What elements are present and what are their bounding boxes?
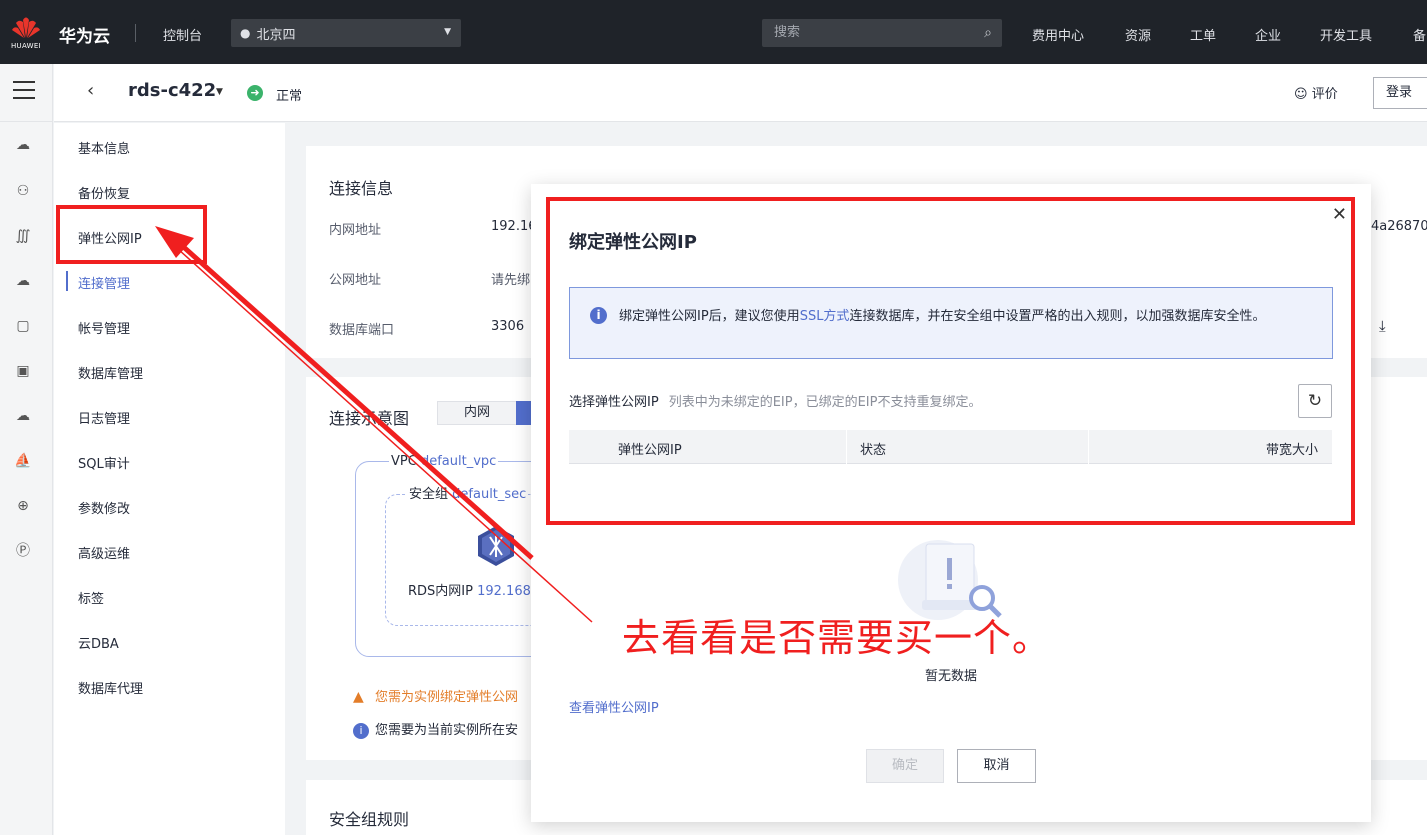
instance-id-partial: 4a26870 bbox=[1371, 219, 1427, 234]
cloud-service-icon[interactable]: ☁ bbox=[12, 134, 34, 156]
menu-item-advanced-ops[interactable]: 高级运维 bbox=[78, 543, 130, 562]
status-ok-icon: ➜ bbox=[247, 85, 263, 101]
huawei-flower-icon bbox=[12, 17, 40, 38]
rds-ip-value: 192.168 bbox=[477, 584, 531, 599]
vpc-label: VPC default_vpc bbox=[389, 454, 499, 469]
storage-icon[interactable]: ▢ bbox=[12, 315, 34, 337]
globe-icon[interactable]: ⊕ bbox=[12, 495, 34, 517]
annotation-box-eip-menu bbox=[56, 205, 207, 264]
instance-header: ‹ rds-c422 ▼ ➜ 正常 ☺ 评价 登录 bbox=[54, 64, 1427, 122]
eip-warning: ▲ 您需为实例绑定弹性公网 bbox=[353, 689, 519, 705]
menu-item-connection[interactable]: 连接管理 bbox=[78, 273, 130, 292]
nav-dev-tools[interactable]: 开发工具 bbox=[1320, 25, 1372, 44]
cloud-db-icon[interactable]: ☁ bbox=[12, 270, 34, 292]
smile-icon: ☺ bbox=[1294, 87, 1312, 102]
chevron-down-icon: ▼ bbox=[444, 27, 451, 37]
region-selector[interactable]: ● 北京四 ▼ bbox=[231, 19, 461, 47]
view-eip-link[interactable]: 查看弹性公网IP bbox=[569, 697, 659, 716]
sail-icon[interactable]: ⛵ bbox=[12, 450, 34, 472]
db-port-value: 3306 bbox=[491, 319, 525, 334]
top-bar: HUAWEI 华为云 控制台 ● 北京四 ▼ 搜索 ⌕ 费用中心 资源 工单 企… bbox=[0, 0, 1427, 64]
private-address-value: 192.16 bbox=[491, 219, 537, 234]
console-link[interactable]: 控制台 bbox=[163, 25, 202, 44]
nav-billing[interactable]: 费用中心 bbox=[1032, 25, 1084, 44]
back-arrow-icon[interactable]: ‹ bbox=[87, 80, 94, 101]
rds-instance-icon bbox=[478, 526, 514, 566]
menu-item-basic-info[interactable]: 基本信息 bbox=[78, 138, 130, 157]
public-address-value: 请先绑 bbox=[491, 273, 531, 288]
cancel-button[interactable]: 取消 bbox=[957, 749, 1036, 783]
sg-info: i 您需要为当前实例所在安 bbox=[353, 719, 518, 739]
menu-item-tags[interactable]: 标签 bbox=[78, 588, 104, 607]
instance-name: rds-c422 bbox=[128, 80, 217, 101]
empty-text: 暂无数据 bbox=[925, 669, 978, 684]
active-indicator bbox=[66, 271, 68, 291]
menu-item-sql-audit[interactable]: SQL审计 bbox=[78, 453, 130, 472]
tab-internal[interactable]: 内网 bbox=[437, 401, 517, 425]
download-icon[interactable]: ⤓ bbox=[1379, 317, 1386, 335]
connection-info-title: 连接信息 bbox=[329, 179, 394, 198]
menu-item-backup[interactable]: 备份恢复 bbox=[78, 183, 130, 202]
menu-item-cloud-dba[interactable]: 云DBA bbox=[78, 633, 119, 652]
brand-name[interactable]: 华为云 bbox=[59, 22, 110, 47]
rail-divider bbox=[0, 121, 53, 122]
info-icon: i bbox=[353, 723, 369, 739]
diagram-title: 连接示意图 bbox=[329, 409, 410, 428]
ok-button[interactable]: 确定 bbox=[866, 749, 944, 783]
annotation-note: 去看看是否需要买一个。 bbox=[622, 616, 1052, 660]
monitor-icon[interactable]: ∭ bbox=[12, 225, 34, 247]
private-address-label: 内网地址 bbox=[329, 223, 382, 238]
rate-button[interactable]: ☺ 评价 bbox=[1294, 83, 1338, 102]
menu-item-db-proxy[interactable]: 数据库代理 bbox=[78, 678, 143, 697]
nav-enterprise[interactable]: 企业 bbox=[1255, 25, 1281, 44]
ip-icon[interactable]: Ⓟ bbox=[12, 540, 34, 562]
nav-resources[interactable]: 资源 bbox=[1125, 25, 1151, 44]
nav-more[interactable]: 备 bbox=[1413, 25, 1426, 44]
cluster-icon[interactable]: ⚇ bbox=[12, 180, 34, 202]
rds-ip-label: RDS内网IP 192.168 bbox=[408, 584, 531, 599]
search-input[interactable]: 搜索 ⌕ bbox=[762, 19, 1002, 47]
logo-text: HUAWEI bbox=[10, 42, 41, 50]
menu-item-logs[interactable]: 日志管理 bbox=[78, 408, 130, 427]
menu-item-params[interactable]: 参数修改 bbox=[78, 498, 130, 517]
sg-link[interactable]: default_sec bbox=[452, 487, 526, 502]
sg-label: 安全组 default_sec bbox=[407, 483, 529, 502]
topbar-divider bbox=[135, 24, 136, 42]
menu-item-accounts[interactable]: 帐号管理 bbox=[78, 318, 130, 337]
annotation-box-dialog bbox=[546, 197, 1355, 525]
service-rail: ☁ ⚇ ∭ ☁ ▢ ▣ ☁ ⛵ ⊕ Ⓟ bbox=[0, 64, 53, 835]
location-pin-icon: ● bbox=[240, 26, 251, 40]
huawei-logo[interactable]: HUAWEI bbox=[0, 0, 52, 64]
login-button[interactable]: 登录 bbox=[1373, 77, 1427, 109]
security-group-title: 安全组规则 bbox=[329, 810, 410, 829]
server-icon[interactable]: ▣ bbox=[12, 360, 34, 382]
cloud-network-icon[interactable]: ☁ bbox=[12, 405, 34, 427]
menu-item-databases[interactable]: 数据库管理 bbox=[78, 363, 143, 382]
security-group-box bbox=[385, 494, 555, 626]
db-port-label: 数据库端口 bbox=[329, 323, 395, 338]
search-icon[interactable]: ⌕ bbox=[984, 19, 992, 47]
nav-tickets[interactable]: 工单 bbox=[1190, 25, 1216, 44]
public-address-label: 公网地址 bbox=[329, 273, 382, 288]
search-placeholder: 搜索 bbox=[774, 25, 801, 40]
region-label: 北京四 bbox=[256, 27, 296, 43]
tab-public-selected[interactable] bbox=[516, 401, 532, 425]
rate-label: 评价 bbox=[1311, 87, 1338, 102]
instance-status: 正常 bbox=[276, 89, 303, 104]
warning-icon: ▲ bbox=[353, 689, 364, 705]
vpc-link[interactable]: default_vpc bbox=[421, 454, 496, 469]
hamburger-menu-icon[interactable] bbox=[13, 81, 35, 99]
instance-dropdown-icon[interactable]: ▼ bbox=[216, 87, 223, 97]
